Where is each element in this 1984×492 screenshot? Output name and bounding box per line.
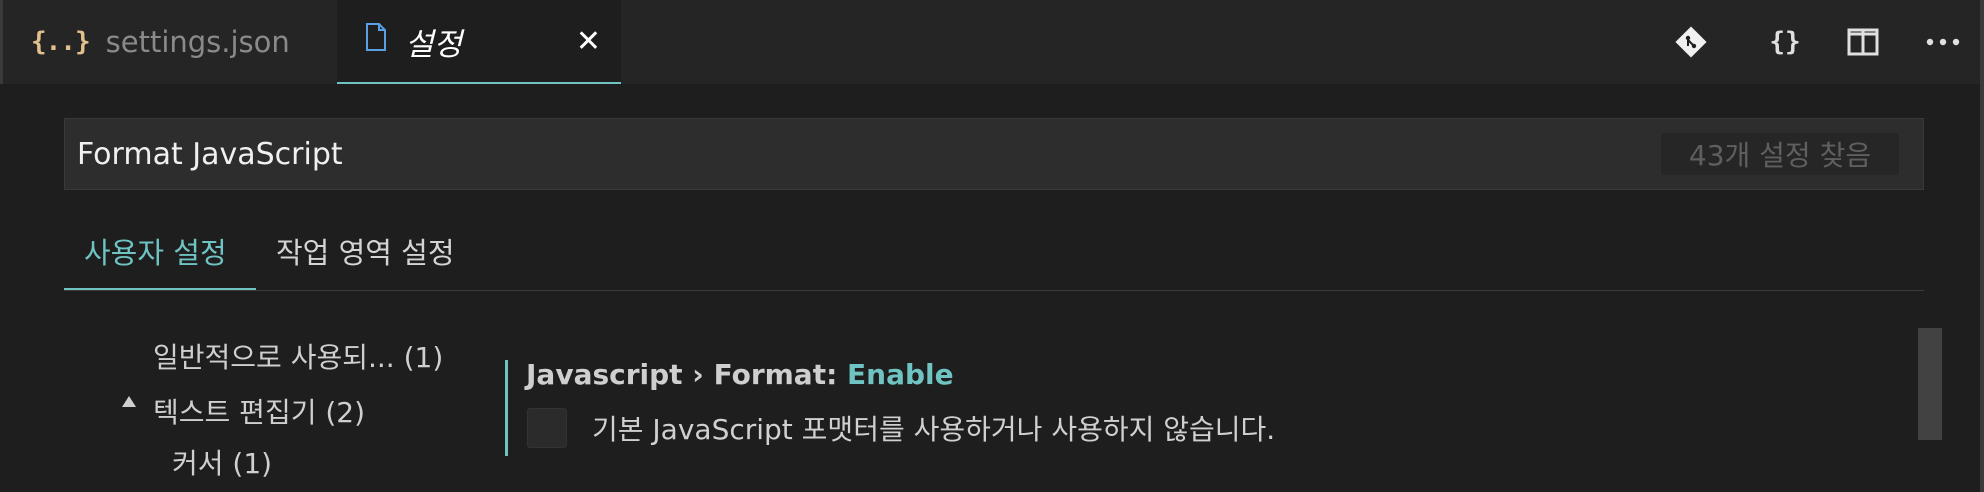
search-query-text: Format JavaScript (77, 136, 343, 172)
scope-divider (64, 290, 1924, 291)
expand-triangle-icon[interactable] (122, 396, 136, 407)
scrollbar-thumb[interactable] (1918, 328, 1942, 440)
setting-name: Enable (847, 358, 954, 391)
tab-workspace-settings[interactable]: 작업 영역 설정 (276, 230, 455, 272)
split-editor-icon[interactable] (1843, 22, 1883, 62)
tab-settings-json-label: settings.json (105, 25, 290, 59)
window-edge (1980, 0, 1984, 492)
active-scope-indicator (64, 288, 256, 290)
setting-focus-bar (505, 360, 508, 456)
tab-settings-json[interactable]: {..} settings.json (3, 0, 333, 84)
close-icon[interactable]: ✕ (576, 24, 601, 59)
more-actions-icon[interactable] (1923, 22, 1963, 62)
tree-item-text-editor[interactable]: 텍스트 편집기 (2) (153, 391, 365, 431)
tab-settings[interactable]: 설정 ✕ (337, 0, 621, 84)
tab-settings-label: 설정 (405, 26, 463, 63)
file-icon (365, 23, 387, 59)
setting-title: Javascript › Format: Enable (526, 358, 954, 391)
tree-item-cursor[interactable]: 커서 (1) (172, 442, 272, 482)
setting-category: Javascript › Format: (526, 358, 848, 391)
search-result-count: 43개 설정 찾음 (1661, 133, 1899, 175)
tree-item-commonly-used[interactable]: 일반적으로 사용되... (1) (153, 336, 443, 376)
tab-user-settings[interactable]: 사용자 설정 (84, 230, 227, 272)
open-json-braces-icon[interactable]: {} (1765, 22, 1805, 62)
json-braces-icon: {..} (31, 27, 91, 57)
editor-tab-bar: {..} settings.json 설정 ✕ {} (0, 0, 1984, 84)
settings-search-input[interactable]: Format JavaScript 43개 설정 찾음 (64, 118, 1924, 190)
setting-checkbox[interactable] (527, 408, 567, 448)
git-open-changes-icon[interactable] (1671, 22, 1711, 62)
setting-description: 기본 JavaScript 포맷터를 사용하거나 사용하지 않습니다. (592, 413, 1276, 446)
